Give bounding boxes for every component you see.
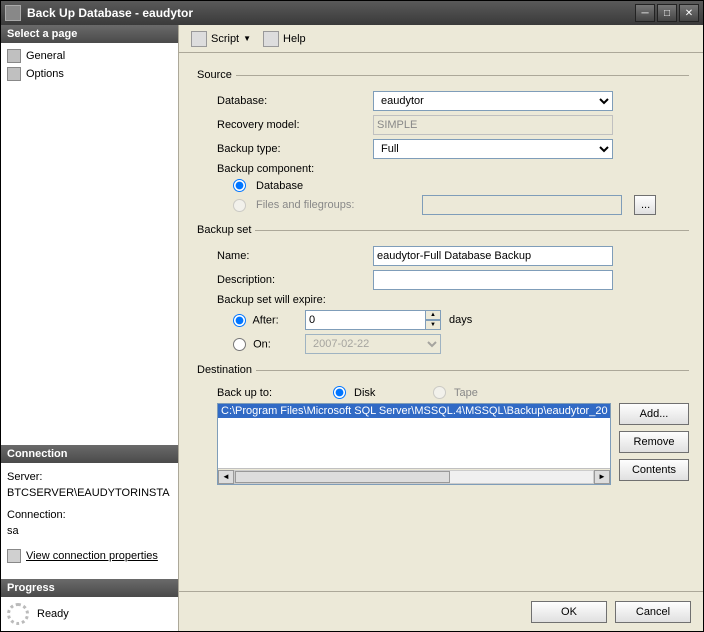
page-options-label: Options [26,68,64,80]
help-icon [263,31,279,47]
cancel-button[interactable]: Cancel [615,601,691,623]
dialog-window: Back Up Database - eaudytor ─ □ ✕ Select… [0,0,704,632]
progress-header: Progress [1,579,178,597]
conn-value: sa [7,523,172,539]
progress-status: Ready [37,608,69,620]
toolbar: Script ▼ Help [179,25,703,53]
stepper-down-icon[interactable]: ▼ [425,320,441,330]
app-icon [5,5,21,21]
view-connection-properties-link[interactable]: View connection properties [26,550,158,562]
page-options[interactable]: Options [7,65,172,83]
stepper-up-icon[interactable]: ▲ [425,310,441,320]
source-group: Source Database: eaudytor Recovery model… [193,69,689,218]
expire-after-input[interactable] [305,310,425,330]
component-files-label: Files and filegroups: [256,199,416,211]
tape-radio [433,386,446,399]
connection-header: Connection [1,445,178,463]
destination-legend: Destination [193,364,256,376]
backupset-legend: Backup set [193,224,255,236]
backup-type-label: Backup type: [193,143,373,155]
page-general-label: General [26,50,65,62]
days-label: days [449,314,472,326]
recovery-model-label: Recovery model: [193,119,373,131]
database-combo[interactable]: eaudytor [373,91,613,111]
minimize-button[interactable]: ─ [635,4,655,22]
name-input[interactable] [373,246,613,266]
script-label: Script [211,33,239,45]
filegroups-browse-button[interactable]: ... [634,195,656,215]
server-label: Server: [7,469,172,485]
source-legend: Source [193,69,236,81]
component-files-radio [233,199,246,212]
add-button[interactable]: Add... [619,403,689,425]
expire-on-radio[interactable] [233,338,246,351]
page-general[interactable]: General [7,47,172,65]
connection-properties-icon [7,549,21,563]
expire-label: Backup set will expire: [193,294,373,306]
script-button[interactable]: Script ▼ [187,29,255,49]
description-label: Description: [193,274,373,286]
backupset-group: Backup set Name: Description: Backup set… [193,224,689,358]
expire-after-radio[interactable] [233,314,246,327]
page-general-icon [7,49,21,63]
destination-group: Destination Back up to: Disk Tape [193,364,689,489]
recovery-model-value: SIMPLE [373,115,613,135]
help-button[interactable]: Help [259,29,310,49]
contents-button[interactable]: Contents [619,459,689,481]
backup-type-combo[interactable]: Full [373,139,613,159]
pages-header: Select a page [1,25,178,43]
dialog-footer: OK Cancel [179,591,703,631]
script-icon [191,31,207,47]
disk-radio[interactable] [333,386,346,399]
expire-on-label: On: [253,338,271,350]
component-database-label: Database [256,180,303,192]
server-value: BTCSERVER\EAUDYTORINSTA [7,485,172,501]
titlebar[interactable]: Back Up Database - eaudytor ─ □ ✕ [1,1,703,25]
backup-component-label: Backup component: [193,163,373,175]
progress-spinner-icon [7,603,29,625]
remove-button[interactable]: Remove [619,431,689,453]
description-input[interactable] [373,270,613,290]
scroll-right-icon[interactable]: ► [594,470,610,484]
filegroups-textbox [422,195,622,215]
tape-label: Tape [454,387,478,399]
ok-button[interactable]: OK [531,601,607,623]
maximize-button[interactable]: □ [657,4,677,22]
horizontal-scrollbar[interactable]: ◄ ► [218,468,610,484]
close-button[interactable]: ✕ [679,4,699,22]
backupto-label: Back up to: [193,387,333,399]
scroll-thumb[interactable] [235,471,450,483]
scroll-left-icon[interactable]: ◄ [218,470,234,484]
conn-label: Connection: [7,507,172,523]
component-database-radio[interactable] [233,179,246,192]
help-label: Help [283,33,306,45]
right-panel: Script ▼ Help Source Database: eaudytor [179,25,703,631]
left-panel: Select a page General Options Connection… [1,25,179,631]
expire-on-date: 2007-02-22 [305,334,441,354]
destination-list[interactable]: C:\Program Files\Microsoft SQL Server\MS… [217,403,611,485]
database-label: Database: [193,95,373,107]
script-dropdown-arrow[interactable]: ▼ [243,34,251,43]
expire-after-label: After: [252,314,278,326]
destination-path-item[interactable]: C:\Program Files\Microsoft SQL Server\MS… [218,404,610,418]
name-label: Name: [193,250,373,262]
page-options-icon [7,67,21,81]
window-title: Back Up Database - eaudytor [27,6,635,20]
disk-label: Disk [354,387,375,399]
